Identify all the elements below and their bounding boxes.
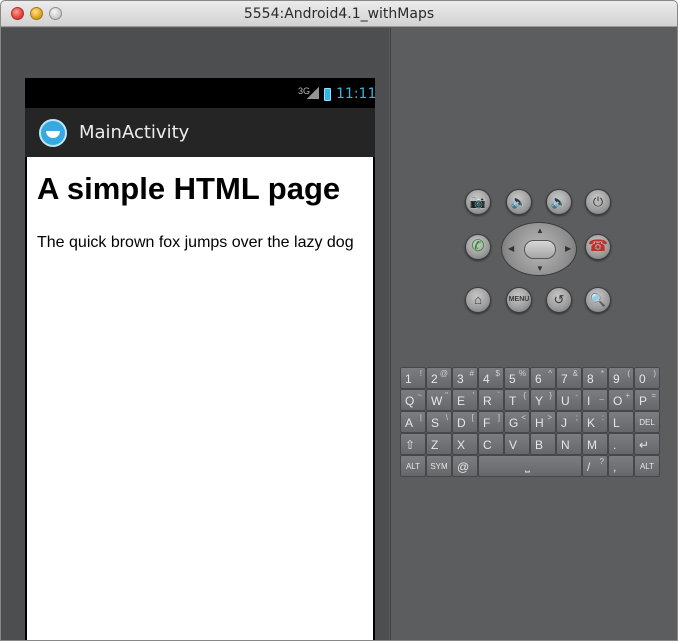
key[interactable]: G <: [504, 411, 530, 433]
key[interactable]: E ': [452, 389, 478, 411]
signal-strength-icon: [307, 87, 319, 99]
key[interactable]: L: [608, 411, 634, 433]
key[interactable]: W ": [426, 389, 452, 411]
action-bar: MainActivity: [25, 108, 375, 157]
key[interactable]: 1!: [400, 367, 426, 389]
key[interactable]: 3 #: [452, 367, 478, 389]
key[interactable]: V: [504, 433, 530, 455]
key[interactable]: O +: [608, 389, 634, 411]
page-heading: A simple HTML page: [37, 171, 341, 206]
key[interactable]: B: [530, 433, 556, 455]
dpad-up-icon[interactable]: ▲: [536, 226, 544, 235]
key[interactable]: T{: [504, 389, 530, 411]
key[interactable]: Q ~: [400, 389, 426, 411]
key[interactable]: .: [608, 433, 634, 455]
end-call-icon[interactable]: ☎: [585, 234, 611, 260]
key[interactable]: P =: [634, 389, 660, 411]
camera-icon[interactable]: 📷: [465, 189, 491, 215]
delete-key[interactable]: DEL: [634, 411, 660, 433]
device-screen-panel: 3G 11:11 MainActivity A simple HTML page…: [1, 28, 389, 640]
window-title: 5554:Android4.1_withMaps: [243, 6, 435, 22]
volume-up-icon[interactable]: 🔊: [546, 189, 572, 215]
comma-key[interactable]: ,: [608, 455, 634, 477]
key[interactable]: S \: [426, 411, 452, 433]
back-icon[interactable]: ↺: [546, 287, 572, 313]
web-view[interactable]: A simple HTML page The quick brown fox j…: [27, 157, 373, 640]
sym-key[interactable]: SYM: [426, 455, 452, 477]
key[interactable]: 8 *: [582, 367, 608, 389]
key[interactable]: C: [478, 433, 504, 455]
call-icon[interactable]: ✆: [465, 234, 491, 260]
key[interactable]: 0): [634, 367, 660, 389]
battery-icon: [324, 88, 331, 101]
key[interactable]: 4 $: [478, 367, 504, 389]
page-paragraph: The quick brown fox jumps over the lazy …: [37, 234, 354, 251]
search-icon[interactable]: 🔍: [585, 287, 611, 313]
dpad-down-icon[interactable]: ▼: [536, 264, 544, 273]
status-bar: 3G 11:11: [25, 78, 377, 108]
status-time: 11:11: [336, 86, 377, 102]
volume-down-icon[interactable]: 🔉: [506, 189, 532, 215]
home-icon[interactable]: ⌂: [465, 287, 491, 313]
shift-key[interactable]: ⇧: [400, 433, 426, 455]
enter-key[interactable]: ↵: [634, 433, 660, 455]
key[interactable]: J;: [556, 411, 582, 433]
menu-button[interactable]: MENU: [506, 287, 532, 313]
key[interactable]: I _: [582, 389, 608, 411]
activity-title: MainActivity: [79, 122, 190, 143]
dpad-right-icon[interactable]: ▶: [565, 244, 571, 253]
key[interactable]: R `: [478, 389, 504, 411]
key[interactable]: F]: [478, 411, 504, 433]
app-launcher-icon[interactable]: [39, 119, 67, 147]
key[interactable]: U-: [556, 389, 582, 411]
key[interactable]: K:: [582, 411, 608, 433]
alt-right-key[interactable]: ALT: [634, 455, 660, 477]
dpad[interactable]: ▲ ▼ ◀ ▶: [501, 222, 577, 276]
key[interactable]: D[: [452, 411, 478, 433]
key[interactable]: Z: [426, 433, 452, 455]
key[interactable]: 6 ^: [530, 367, 556, 389]
emulator-window: 5554:Android4.1_withMaps 3G 11:11 MainAc…: [0, 0, 678, 641]
alt-left-key[interactable]: ALT: [400, 455, 426, 477]
key[interactable]: 9(: [608, 367, 634, 389]
emulator-controls-panel: 📷 🔉 🔊 ⏻ ✆ ▲ ▼ ◀ ▶ ☎ ⌂ MENU ↺ 🔍 1! 2 @ 3 # …: [390, 28, 677, 640]
key[interactable]: M: [582, 433, 608, 455]
space-key[interactable]: ⎵: [478, 455, 582, 477]
key[interactable]: 5%: [504, 367, 530, 389]
key[interactable]: 2 @: [426, 367, 452, 389]
key[interactable]: X: [452, 433, 478, 455]
dpad-center-button[interactable]: [524, 240, 556, 259]
at-key[interactable]: @: [452, 455, 478, 477]
dpad-left-icon[interactable]: ◀: [508, 244, 514, 253]
android-screen: 3G 11:11 MainActivity A simple HTML page…: [25, 78, 377, 640]
slash-key[interactable]: /?: [582, 455, 608, 477]
key[interactable]: 7 &: [556, 367, 582, 389]
key[interactable]: N: [556, 433, 582, 455]
key[interactable]: Y}: [530, 389, 556, 411]
power-icon[interactable]: ⏻: [585, 189, 611, 215]
key[interactable]: H >: [530, 411, 556, 433]
key[interactable]: A |: [400, 411, 426, 433]
title-bar: 5554:Android4.1_withMaps: [1, 1, 677, 27]
